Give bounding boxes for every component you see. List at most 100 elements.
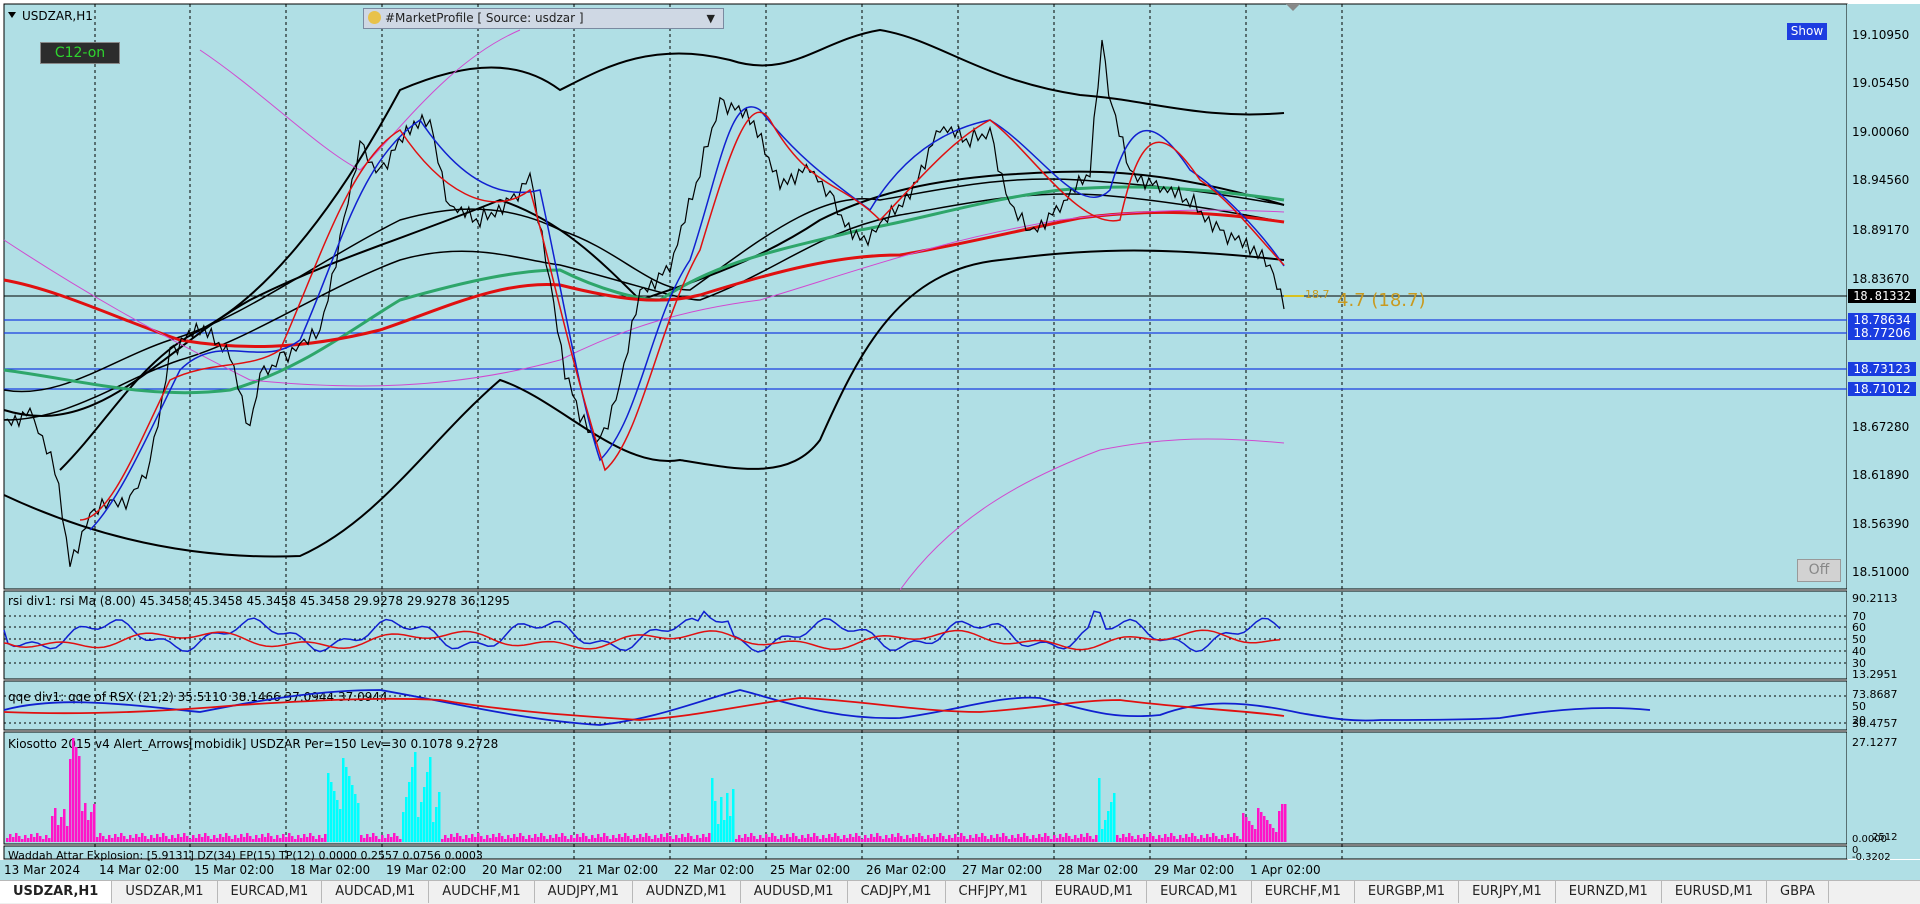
chart-tab-eurchf-m1[interactable]: EURCHF,M1 xyxy=(1252,881,1355,903)
kiosotto-bar xyxy=(432,822,435,842)
kiosotto-bar xyxy=(1206,834,1209,842)
chart-tab-euraud-m1[interactable]: EURAUD,M1 xyxy=(1042,881,1148,903)
off-button[interactable]: Off xyxy=(1797,559,1841,582)
kiosotto-bar xyxy=(585,836,588,842)
kiosotto-bar xyxy=(1137,835,1140,842)
kiosotto-bar xyxy=(75,747,78,842)
kiosotto-bar xyxy=(1056,838,1059,842)
time-label-8: 25 Mar 02:00 xyxy=(770,863,850,877)
kiosotto-bar xyxy=(1227,834,1230,842)
time-label-5: 20 Mar 02:00 xyxy=(482,863,562,877)
kiosotto-bar xyxy=(1242,813,1245,842)
kiosotto-bar xyxy=(273,839,276,842)
kiosotto-bar xyxy=(1113,793,1116,842)
kiosotto-bar xyxy=(1080,834,1083,842)
kiosotto-bar xyxy=(801,835,804,842)
kiosotto-bar xyxy=(39,836,42,842)
kiosotto-bar xyxy=(948,835,951,842)
kiosotto-bar xyxy=(864,835,867,842)
chart-tab-eurgbp-m1[interactable]: EURGBP,M1 xyxy=(1355,881,1460,903)
chart-tab-eurnzd-m1[interactable]: EURNZD,M1 xyxy=(1556,881,1662,903)
trading-chart[interactable]: 18.81332 18.7863418.77206 18.73123 18.7101… xyxy=(0,0,1920,903)
chart-tab-cadjpy-m1[interactable]: CADJPY,M1 xyxy=(848,881,946,903)
kiosotto-bar xyxy=(1188,837,1191,842)
show-button[interactable]: Show xyxy=(1787,23,1827,40)
kiosotto-bar xyxy=(264,837,267,842)
kiosotto-bar xyxy=(204,833,207,842)
chart-tab-eurusd-m1[interactable]: EURUSD,M1 xyxy=(1662,881,1767,903)
kiosotto-bar xyxy=(21,839,24,842)
kiosotto-bar xyxy=(774,836,777,842)
kiosotto-bar xyxy=(873,837,876,842)
kiosotto-bar xyxy=(96,837,99,842)
kiosotto-bar xyxy=(510,838,513,842)
kiosotto-bar xyxy=(66,826,69,842)
kiosotto-bar xyxy=(786,834,789,842)
kiosotto-bar xyxy=(168,839,171,842)
kiosotto-bar xyxy=(780,835,783,842)
kiosotto-bar xyxy=(6,838,9,842)
time-label-13: 1 Apr 02:00 xyxy=(1250,863,1321,877)
chart-tab-audjpy-m1[interactable]: AUDJPY,M1 xyxy=(535,881,634,903)
kiosotto-bar xyxy=(90,812,93,842)
time-label-0: 13 Mar 2024 xyxy=(4,863,80,877)
kiosotto-bar xyxy=(708,833,711,842)
kiosotto-bar xyxy=(444,835,447,842)
kio-scale-label-2: 2512 xyxy=(1872,832,1897,843)
chart-tab-eurjpy-m1[interactable]: EURJPY,M1 xyxy=(1459,881,1556,903)
chart-tab-chfjpy-m1[interactable]: CHFJPY,M1 xyxy=(946,881,1042,903)
kiosotto-bar xyxy=(936,837,939,842)
chart-tab-audchf-m1[interactable]: AUDCHF,M1 xyxy=(429,881,535,903)
market-profile-selector[interactable]: #MarketProfile [ Source: usdzar ] ▼ xyxy=(363,8,724,29)
kiosotto-bar xyxy=(1134,839,1137,842)
kiosotto-bar xyxy=(696,835,699,842)
chevron-down-icon[interactable]: ▼ xyxy=(707,9,715,28)
kiosotto-bar xyxy=(1248,821,1251,842)
kiosotto-bar xyxy=(381,835,384,842)
kiosotto-bar xyxy=(1083,837,1086,842)
kiosotto-bar xyxy=(729,816,732,842)
price-label-5: 18.83670 xyxy=(1852,272,1909,286)
chart-tab-audusd-m1[interactable]: AUDUSD,M1 xyxy=(741,881,848,903)
chart-tab-usdzar-m1[interactable]: USDZAR,M1 xyxy=(112,881,218,903)
kiosotto-bar xyxy=(306,837,309,842)
kiosotto-bar xyxy=(9,834,12,842)
current-price-label: 18.81332 xyxy=(1853,289,1911,303)
kiosotto-bar xyxy=(561,833,564,842)
kiosotto-bar xyxy=(693,839,696,842)
kiosotto-bar xyxy=(15,833,18,842)
kiosotto-bar xyxy=(318,835,321,842)
kiosotto-bar xyxy=(261,834,264,842)
kiosotto-bar xyxy=(732,789,735,842)
kiosotto-bar xyxy=(54,808,57,842)
kiosotto-bar xyxy=(1161,838,1164,842)
kiosotto-bar xyxy=(594,838,597,842)
c12-toggle-button[interactable]: C12-on xyxy=(40,42,120,64)
kiosotto-bar xyxy=(705,837,708,842)
kiosotto-bar xyxy=(192,835,195,842)
chart-tab-audcad-m1[interactable]: AUDCAD,M1 xyxy=(322,881,430,903)
chart-tab-gbpa[interactable]: GBPA xyxy=(1767,881,1829,903)
chart-tab-audnzd-m1[interactable]: AUDNZD,M1 xyxy=(633,881,741,903)
chart-tab-eurcad-m1[interactable]: EURCAD,M1 xyxy=(218,881,323,903)
kiosotto-bar xyxy=(1179,835,1182,842)
kiosotto-bar xyxy=(246,833,249,842)
kiosotto-bar xyxy=(252,839,255,842)
kiosotto-bar xyxy=(132,838,135,842)
chart-tab-usdzar-h1[interactable]: USDZAR,H1 xyxy=(0,881,113,903)
kiosotto-bar xyxy=(807,834,810,842)
kiosotto-bar xyxy=(429,757,432,842)
kiosotto-bar xyxy=(810,837,813,842)
kiosotto-bar xyxy=(285,837,288,842)
kiosotto-bar xyxy=(1197,839,1200,842)
chart-tab-eurcad-m1[interactable]: EURCAD,M1 xyxy=(1147,881,1252,903)
kiosotto-bar xyxy=(384,838,387,842)
kiosotto-bar xyxy=(324,834,327,842)
waddah-panel-label: Waddah Attar Explosion: [5.9131] DZ(34) … xyxy=(8,849,483,862)
kiosotto-bar xyxy=(1149,833,1152,842)
kiosotto-bar xyxy=(498,833,501,842)
kiosotto-bar xyxy=(1077,838,1080,842)
kiosotto-bar xyxy=(1011,835,1014,842)
kiosotto-bar xyxy=(894,837,897,842)
kiosotto-bar xyxy=(549,835,552,842)
